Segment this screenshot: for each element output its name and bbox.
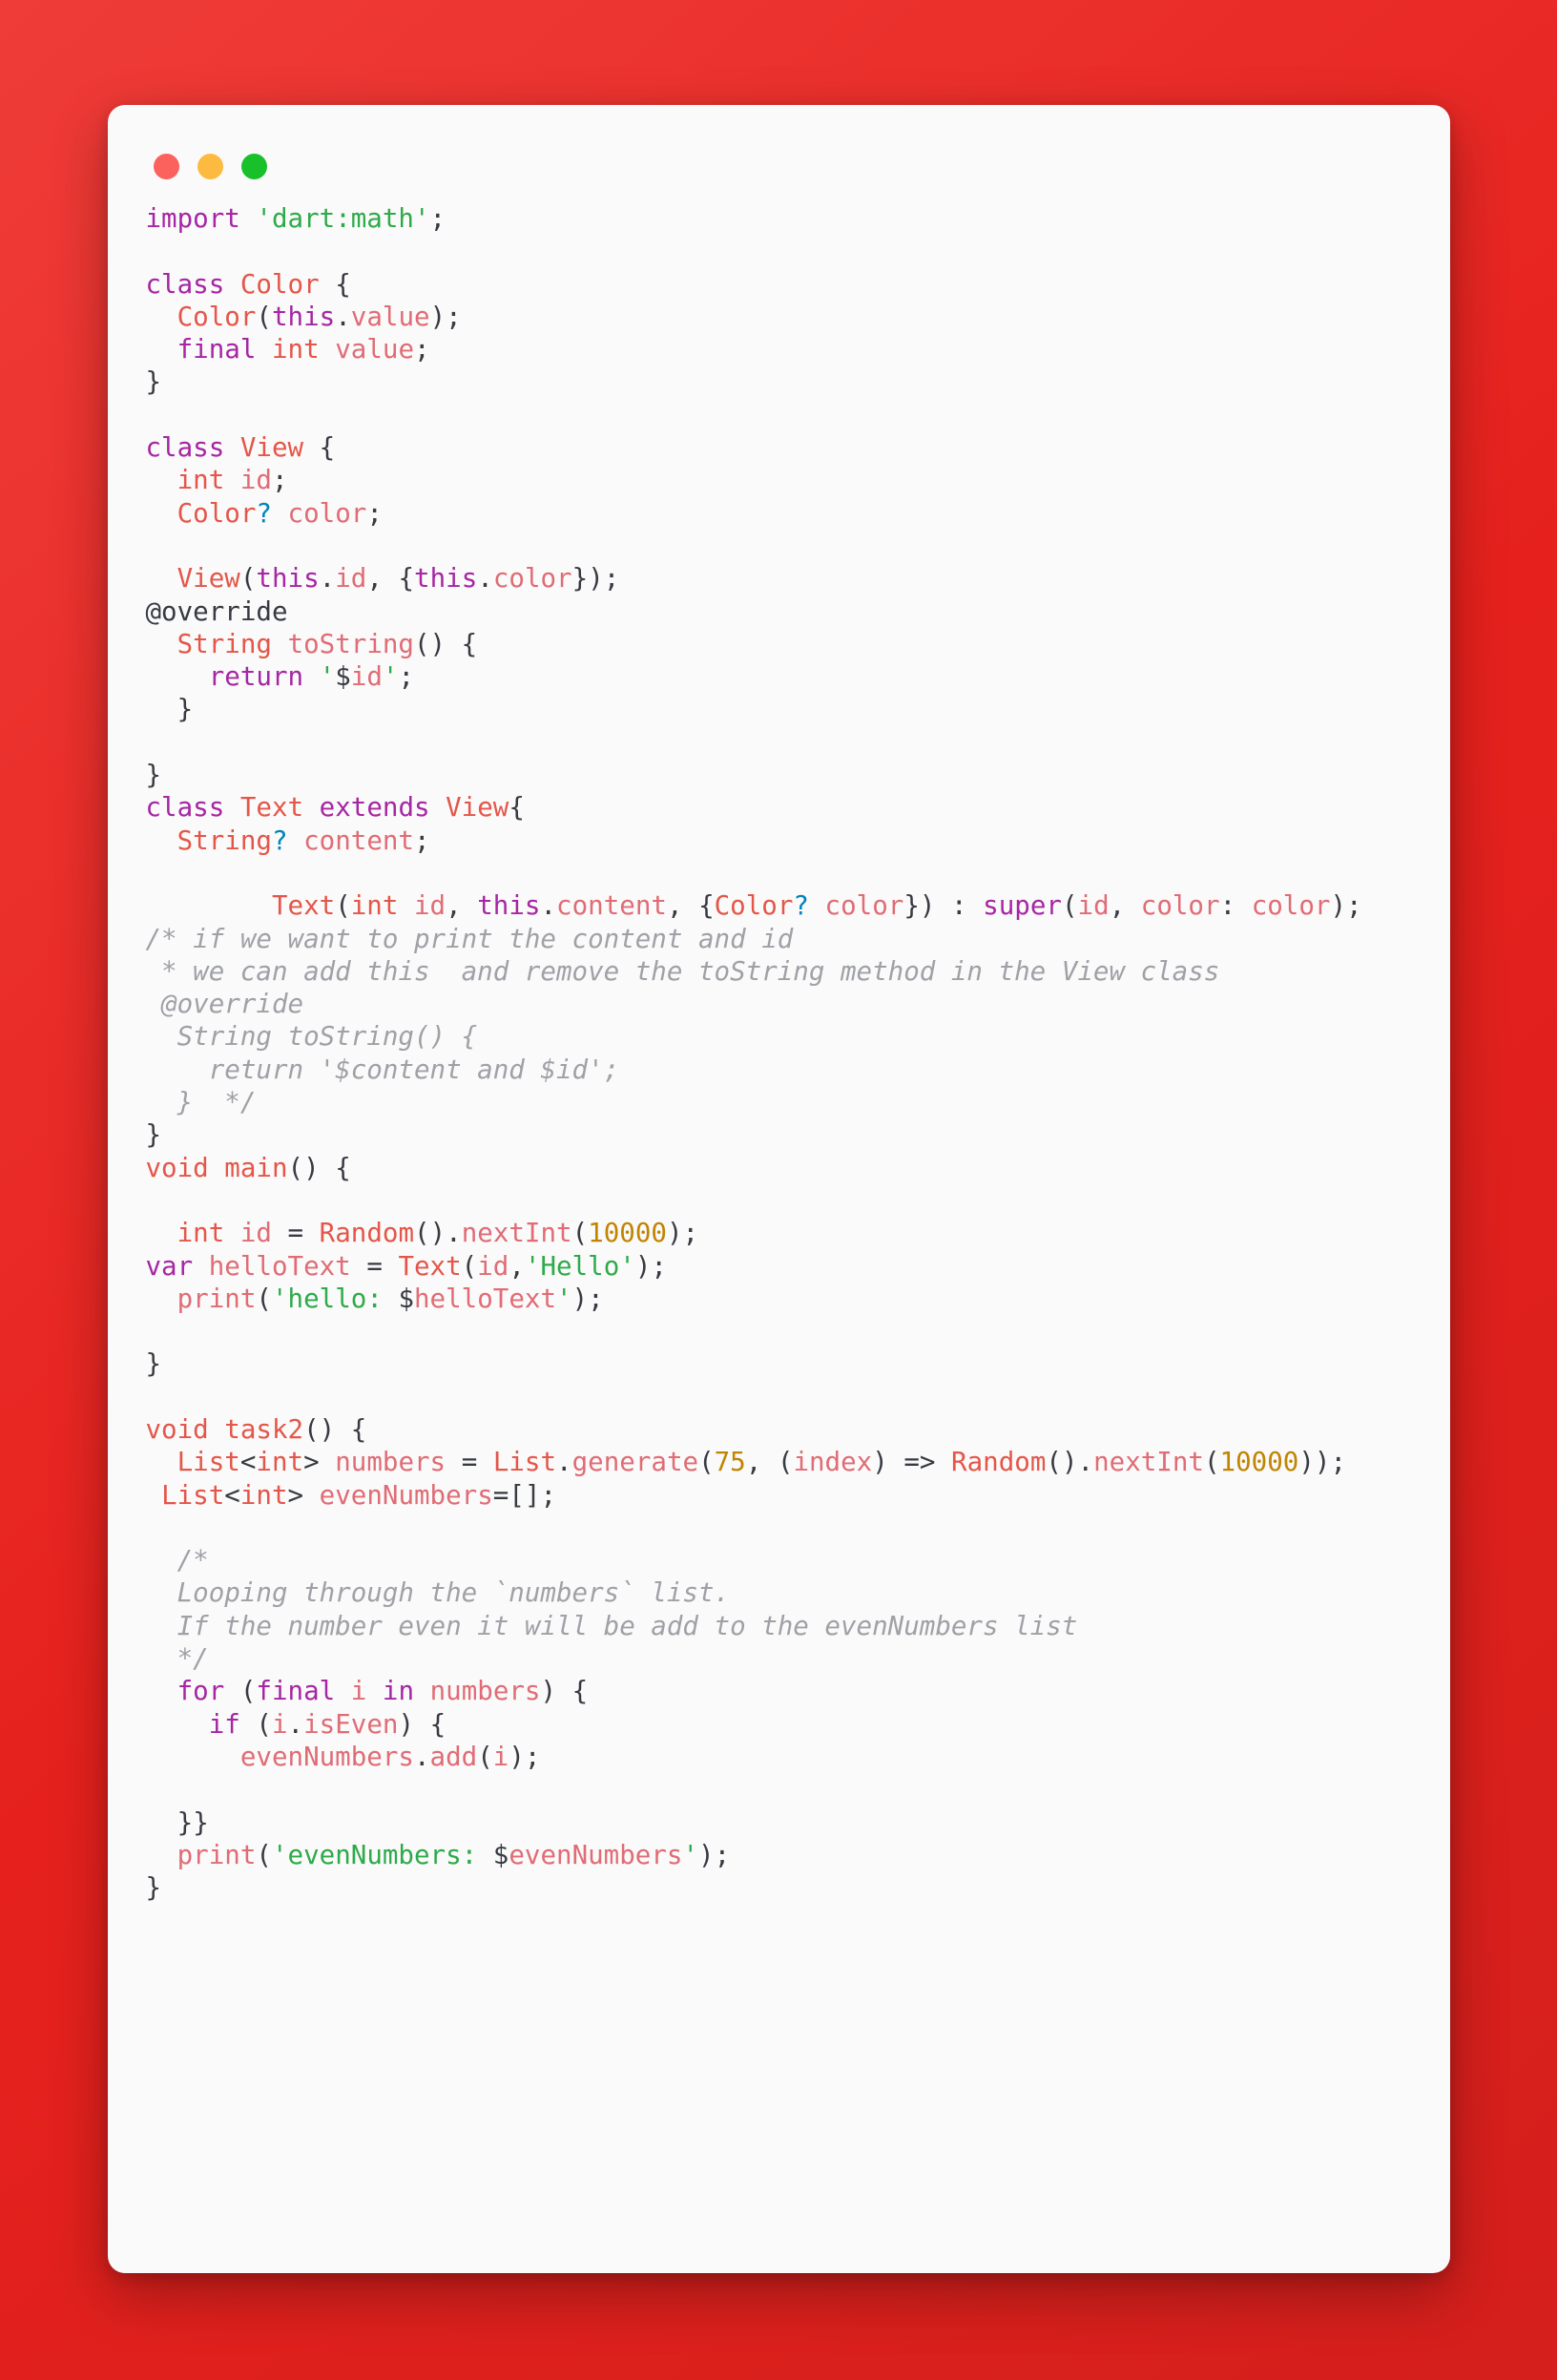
code-line: * we can add this and remove the toStrin…: [145, 955, 1220, 987]
code-line: }: [145, 1348, 162, 1380]
code-line: int id;: [176, 465, 288, 496]
code-line: int id = Random().nextInt(10000);: [176, 1218, 699, 1249]
code-line: */: [145, 1643, 209, 1675]
code-line: /* if we want to print the content and i…: [145, 923, 794, 954]
code-line: List<int> evenNumbers=[];: [161, 1479, 557, 1511]
code-line: Looping through the `numbers` list.: [145, 1577, 731, 1609]
code-line: import 'dart:math';: [145, 203, 446, 234]
code-line: }: [145, 1872, 162, 1904]
code-line: class Color {: [145, 268, 351, 300]
code-line: View(this.id, {this.color});: [176, 563, 620, 595]
code-line: Text(int id, this.content, {Color? color…: [271, 890, 1362, 922]
code-line: print('evenNumbers: $evenNumbers');: [176, 1839, 731, 1870]
code-line: final int value;: [176, 334, 430, 365]
code-line: void main() {: [145, 1152, 351, 1183]
code-line: String toString() {: [176, 628, 478, 659]
code-line: void task2() {: [145, 1413, 367, 1445]
code-line: if (i.isEven) {: [208, 1708, 446, 1740]
code-line: }: [145, 1119, 162, 1151]
code-line: }: [176, 694, 194, 725]
code-line: return '$id';: [208, 661, 415, 693]
code-line: for (final i in numbers) {: [176, 1676, 589, 1707]
code-line: /*: [145, 1545, 209, 1576]
code-line: print('hello: $helloText');: [176, 1283, 604, 1314]
code-line: @override: [145, 989, 304, 1020]
code-line: return '$content and $id';: [145, 1054, 620, 1085]
code-line: String toString() {: [145, 1021, 478, 1053]
code-line: evenNumbers.add(i);: [239, 1741, 541, 1772]
code-line: }: [145, 760, 162, 791]
code-line: } */: [145, 1087, 257, 1118]
code-line: Color? color;: [176, 497, 383, 529]
code-window: import 'dart:math'; class Color { Color(…: [107, 105, 1450, 2273]
code-block[interactable]: import 'dart:math'; class Color { Color(…: [140, 202, 1418, 1904]
close-icon[interactable]: [153, 153, 179, 179]
code-line: }: [145, 366, 162, 398]
maximize-icon[interactable]: [240, 153, 267, 179]
minimize-icon[interactable]: [197, 153, 223, 179]
code-line: If the number even it will be add to the…: [145, 1610, 1078, 1641]
code-line: class View {: [145, 432, 336, 464]
code-line: @override: [145, 595, 288, 627]
code-line: Color(this.value);: [176, 301, 462, 332]
code-line: }}: [176, 1806, 209, 1838]
code-line: class Text extends View{: [145, 792, 525, 824]
code-line: var helloText = Text(id,'Hello');: [145, 1250, 667, 1282]
code-line: List<int> numbers = List.generate(75, (i…: [176, 1447, 1347, 1478]
window-controls: [140, 134, 1418, 193]
code-line: String? content;: [176, 825, 430, 856]
